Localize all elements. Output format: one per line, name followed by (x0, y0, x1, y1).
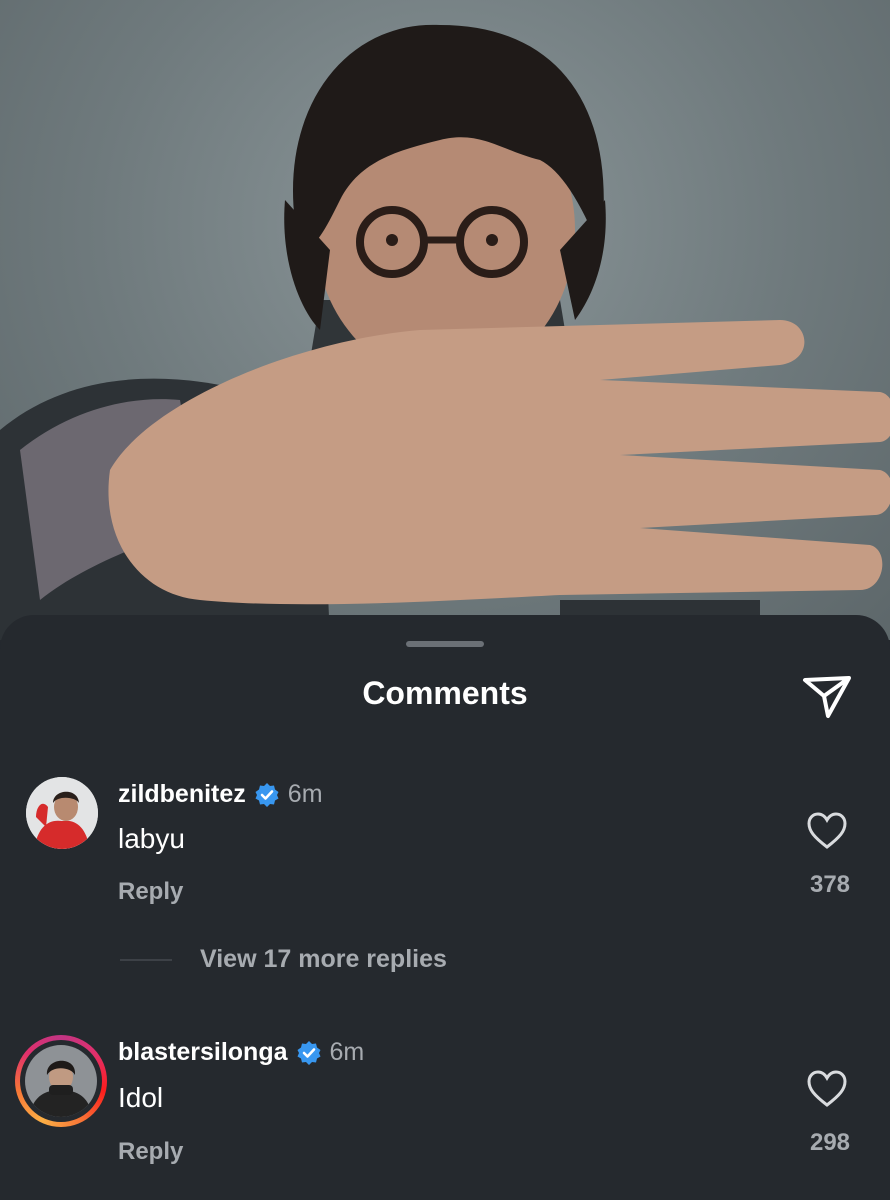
avatar-image (26, 777, 98, 849)
comment-time: 6m (287, 780, 323, 808)
comment-text: Idol (118, 1082, 164, 1113)
comment-text: labyu (118, 823, 185, 854)
replies-divider (120, 958, 172, 961)
send-icon[interactable] (800, 670, 854, 724)
post-photo (0, 0, 890, 640)
heart-icon[interactable] (806, 811, 848, 851)
avatar-image (25, 1045, 97, 1117)
like-count: 298 (809, 1129, 851, 1156)
verified-badge-icon (297, 1040, 320, 1065)
comments-sheet: Comments zildbenitez 6m labyu Reply 378 … (0, 615, 890, 1200)
like-count: 378 (809, 871, 851, 898)
avatar[interactable] (26, 777, 98, 849)
post-photo-illustration (0, 24, 890, 640)
reply-button[interactable]: Reply (118, 878, 183, 906)
avatar[interactable] (25, 1045, 97, 1117)
sheet-drag-handle[interactable] (406, 641, 484, 647)
view-more-replies[interactable]: View 17 more replies (120, 945, 447, 974)
sheet-title: Comments (362, 675, 528, 711)
view-more-replies-label: View 17 more replies (200, 945, 447, 973)
verified-badge-icon (255, 782, 279, 807)
reply-button[interactable]: Reply (118, 1138, 183, 1166)
comment-time: 6m (329, 1038, 365, 1066)
heart-icon[interactable] (806, 1069, 848, 1109)
story-ring[interactable] (15, 1035, 107, 1127)
comment-username[interactable]: zildbenitez (118, 780, 246, 809)
comment-username[interactable]: blastersilonga (118, 1038, 288, 1067)
